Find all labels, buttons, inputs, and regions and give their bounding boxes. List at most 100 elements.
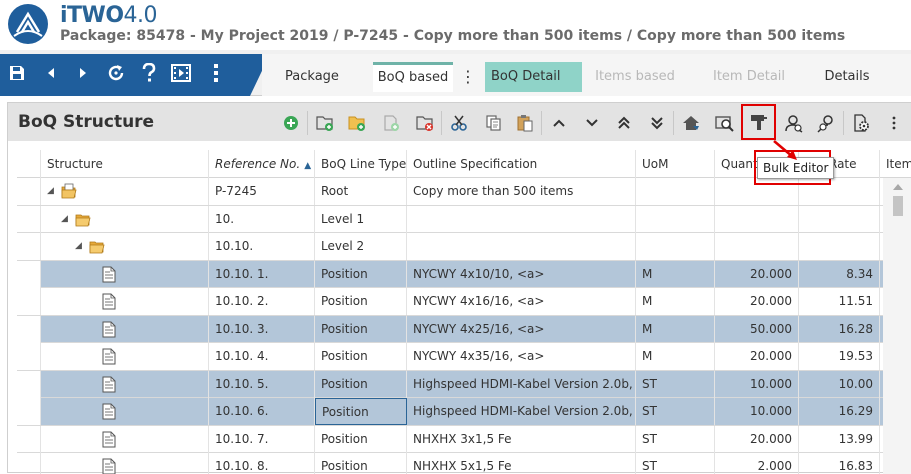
tab-items-based[interactable]: Items based xyxy=(590,62,680,92)
tab-item-detail[interactable]: Item Detail xyxy=(706,62,792,92)
cell-structure[interactable] xyxy=(41,288,209,315)
cell-outline-specification[interactable]: NHXHX 3x1,5 Fe xyxy=(407,425,636,453)
cell-quantity[interactable]: 2.000 xyxy=(715,453,799,474)
cell-rate[interactable]: 16.83 xyxy=(799,453,880,474)
cell-boq-line-type[interactable]: Root xyxy=(315,178,407,205)
add-icon[interactable] xyxy=(277,109,305,137)
header-boq-line-type[interactable]: BoQ Line Type xyxy=(315,150,407,178)
cell-outline-specification[interactable]: Copy more than 500 items xyxy=(407,178,636,205)
cell-uom[interactable]: ST xyxy=(636,370,715,398)
cell-reference-no[interactable]: 10.10. 8. xyxy=(209,453,315,474)
table-row[interactable]: ◢ 10.10. Level 2 xyxy=(17,233,883,261)
save-icon[interactable] xyxy=(4,60,30,86)
cell-uom[interactable] xyxy=(636,233,715,260)
cell-quantity[interactable]: 50.000 xyxy=(715,315,799,343)
move-top-icon[interactable] xyxy=(610,109,638,137)
cell-structure[interactable] xyxy=(41,315,209,343)
cell-uom[interactable]: ST xyxy=(636,425,715,453)
cell-structure[interactable]: ◢ xyxy=(41,233,209,260)
user-find-icon[interactable] xyxy=(813,109,841,137)
cell-boq-line-type[interactable]: Position xyxy=(315,398,407,425)
row-gutter[interactable] xyxy=(17,425,41,453)
tab-boq-detail[interactable]: BoQ Detail xyxy=(485,62,582,92)
cell-outline-specification[interactable]: NYCWY 4x35/16, <a> xyxy=(407,343,636,370)
cell-quantity[interactable]: 20.000 xyxy=(715,343,799,370)
row-gutter[interactable] xyxy=(17,370,41,398)
cell-rate[interactable] xyxy=(799,233,880,260)
cell-outline-specification[interactable]: NYCWY 4x10/10, <a> xyxy=(407,260,636,288)
move-down-icon[interactable] xyxy=(578,109,606,137)
cell-structure[interactable] xyxy=(41,398,209,425)
row-gutter[interactable] xyxy=(17,205,41,233)
row-gutter[interactable] xyxy=(17,343,41,370)
more-vertical-icon[interactable] xyxy=(880,109,908,137)
cell-quantity[interactable]: 10.000 xyxy=(715,398,799,425)
cell-boq-line-type[interactable]: Position xyxy=(315,453,407,474)
vertical-scrollbar[interactable] xyxy=(883,178,911,474)
collapse-toggle-icon[interactable]: ◢ xyxy=(61,206,68,233)
cell-boq-line-type[interactable]: Position xyxy=(315,288,407,315)
cell-uom[interactable]: ST xyxy=(636,398,715,425)
collapse-toggle-icon[interactable]: ◢ xyxy=(75,233,82,260)
cell-uom[interactable]: ST xyxy=(636,453,715,474)
cell-rate[interactable]: 16.28 xyxy=(799,315,880,343)
tab-menu-icon[interactable]: ⋮ xyxy=(455,62,481,92)
cell-quantity[interactable]: 10.000 xyxy=(715,370,799,398)
bulk-editor-icon[interactable] xyxy=(741,104,776,140)
cell-structure[interactable] xyxy=(41,425,209,453)
cell-boq-line-type[interactable]: Level 1 xyxy=(315,205,407,233)
cell-boq-line-type[interactable]: Position xyxy=(315,343,407,370)
cell-rate[interactable]: 11.51 xyxy=(799,288,880,315)
collapse-toggle-icon[interactable]: ◢ xyxy=(47,178,54,205)
cell-rate[interactable]: 8.34 xyxy=(799,260,880,288)
cell-uom[interactable]: M xyxy=(636,315,715,343)
table-row[interactable]: 10.10. 3. Position NYCWY 4x25/16, <a> M 50.0… xyxy=(17,315,883,343)
cell-uom[interactable]: M xyxy=(636,260,715,288)
header-item[interactable]: Item xyxy=(880,150,911,178)
cell-rate[interactable]: 19.53 xyxy=(799,343,880,370)
tab-details[interactable]: Details xyxy=(815,62,879,92)
table-row[interactable]: 10.10. 1. Position NYCWY 4x10/10, <a> M 20.0… xyxy=(17,260,883,288)
cell-structure[interactable]: ◢ xyxy=(41,178,209,205)
row-gutter[interactable] xyxy=(17,398,41,425)
cell-rate[interactable]: 10.00 xyxy=(799,370,880,398)
refresh-icon[interactable] xyxy=(103,60,129,86)
cell-structure[interactable] xyxy=(41,370,209,398)
table-row[interactable]: 10.10. 8. Position NHXHX 5x1,5 Fe ST 2.000 16… xyxy=(17,453,883,474)
header-reference-no[interactable]: Reference No. ▲ xyxy=(209,150,315,178)
cell-structure[interactable] xyxy=(41,453,209,474)
new-folder-icon[interactable] xyxy=(311,109,339,137)
cell-quantity[interactable] xyxy=(715,233,799,260)
scroll-thumb[interactable] xyxy=(893,196,903,216)
header-uom[interactable]: UoM xyxy=(636,150,715,178)
cell-structure[interactable]: ◢ xyxy=(41,205,209,233)
table-row[interactable]: 10.10. 2. Position NYCWY 4x16/16, <a> M 20.0… xyxy=(17,288,883,316)
copy-icon[interactable] xyxy=(479,109,507,137)
paste-icon[interactable] xyxy=(511,109,539,137)
cell-outline-specification[interactable] xyxy=(407,205,636,233)
cell-reference-no[interactable]: 10.10. 4. xyxy=(209,343,315,370)
cell-boq-line-type[interactable]: Position xyxy=(315,425,407,453)
cell-outline-specification[interactable]: Highspeed HDMI-Kabel Version 2.0b, … xyxy=(407,370,636,398)
previous-icon[interactable] xyxy=(38,60,64,86)
cell-outline-specification[interactable]: NHXHX 5x1,5 Fe xyxy=(407,453,636,474)
row-gutter[interactable] xyxy=(17,453,41,474)
cell-reference-no[interactable]: 10.10. 6. xyxy=(209,398,315,425)
table-row[interactable]: 10.10. 7. Position NHXHX 3x1,5 Fe ST 20.000 1… xyxy=(17,425,883,453)
home-icon[interactable] xyxy=(677,109,705,137)
cell-uom[interactable]: M xyxy=(636,288,715,315)
cell-outline-specification[interactable]: Highspeed HDMI-Kabel Version 2.0b, … xyxy=(407,398,636,425)
user-search-icon[interactable] xyxy=(779,109,807,137)
cell-structure[interactable] xyxy=(41,260,209,288)
row-gutter[interactable] xyxy=(17,315,41,343)
table-row[interactable]: ◢ 10. Level 1 xyxy=(17,205,883,233)
header-outline-specification[interactable]: Outline Specification xyxy=(407,150,636,178)
cell-reference-no[interactable]: 10.10. 1. xyxy=(209,260,315,288)
cell-reference-no[interactable]: 10.10. xyxy=(209,233,315,260)
cell-reference-no[interactable]: 10.10. 5. xyxy=(209,370,315,398)
cell-uom[interactable] xyxy=(636,178,715,205)
row-gutter[interactable] xyxy=(17,233,41,260)
move-up-icon[interactable] xyxy=(545,109,573,137)
cell-boq-line-type[interactable]: Position xyxy=(315,260,407,288)
table-row[interactable]: 10.10. 6. Position Highspeed HDMI-Kabel Ve… xyxy=(17,398,883,426)
